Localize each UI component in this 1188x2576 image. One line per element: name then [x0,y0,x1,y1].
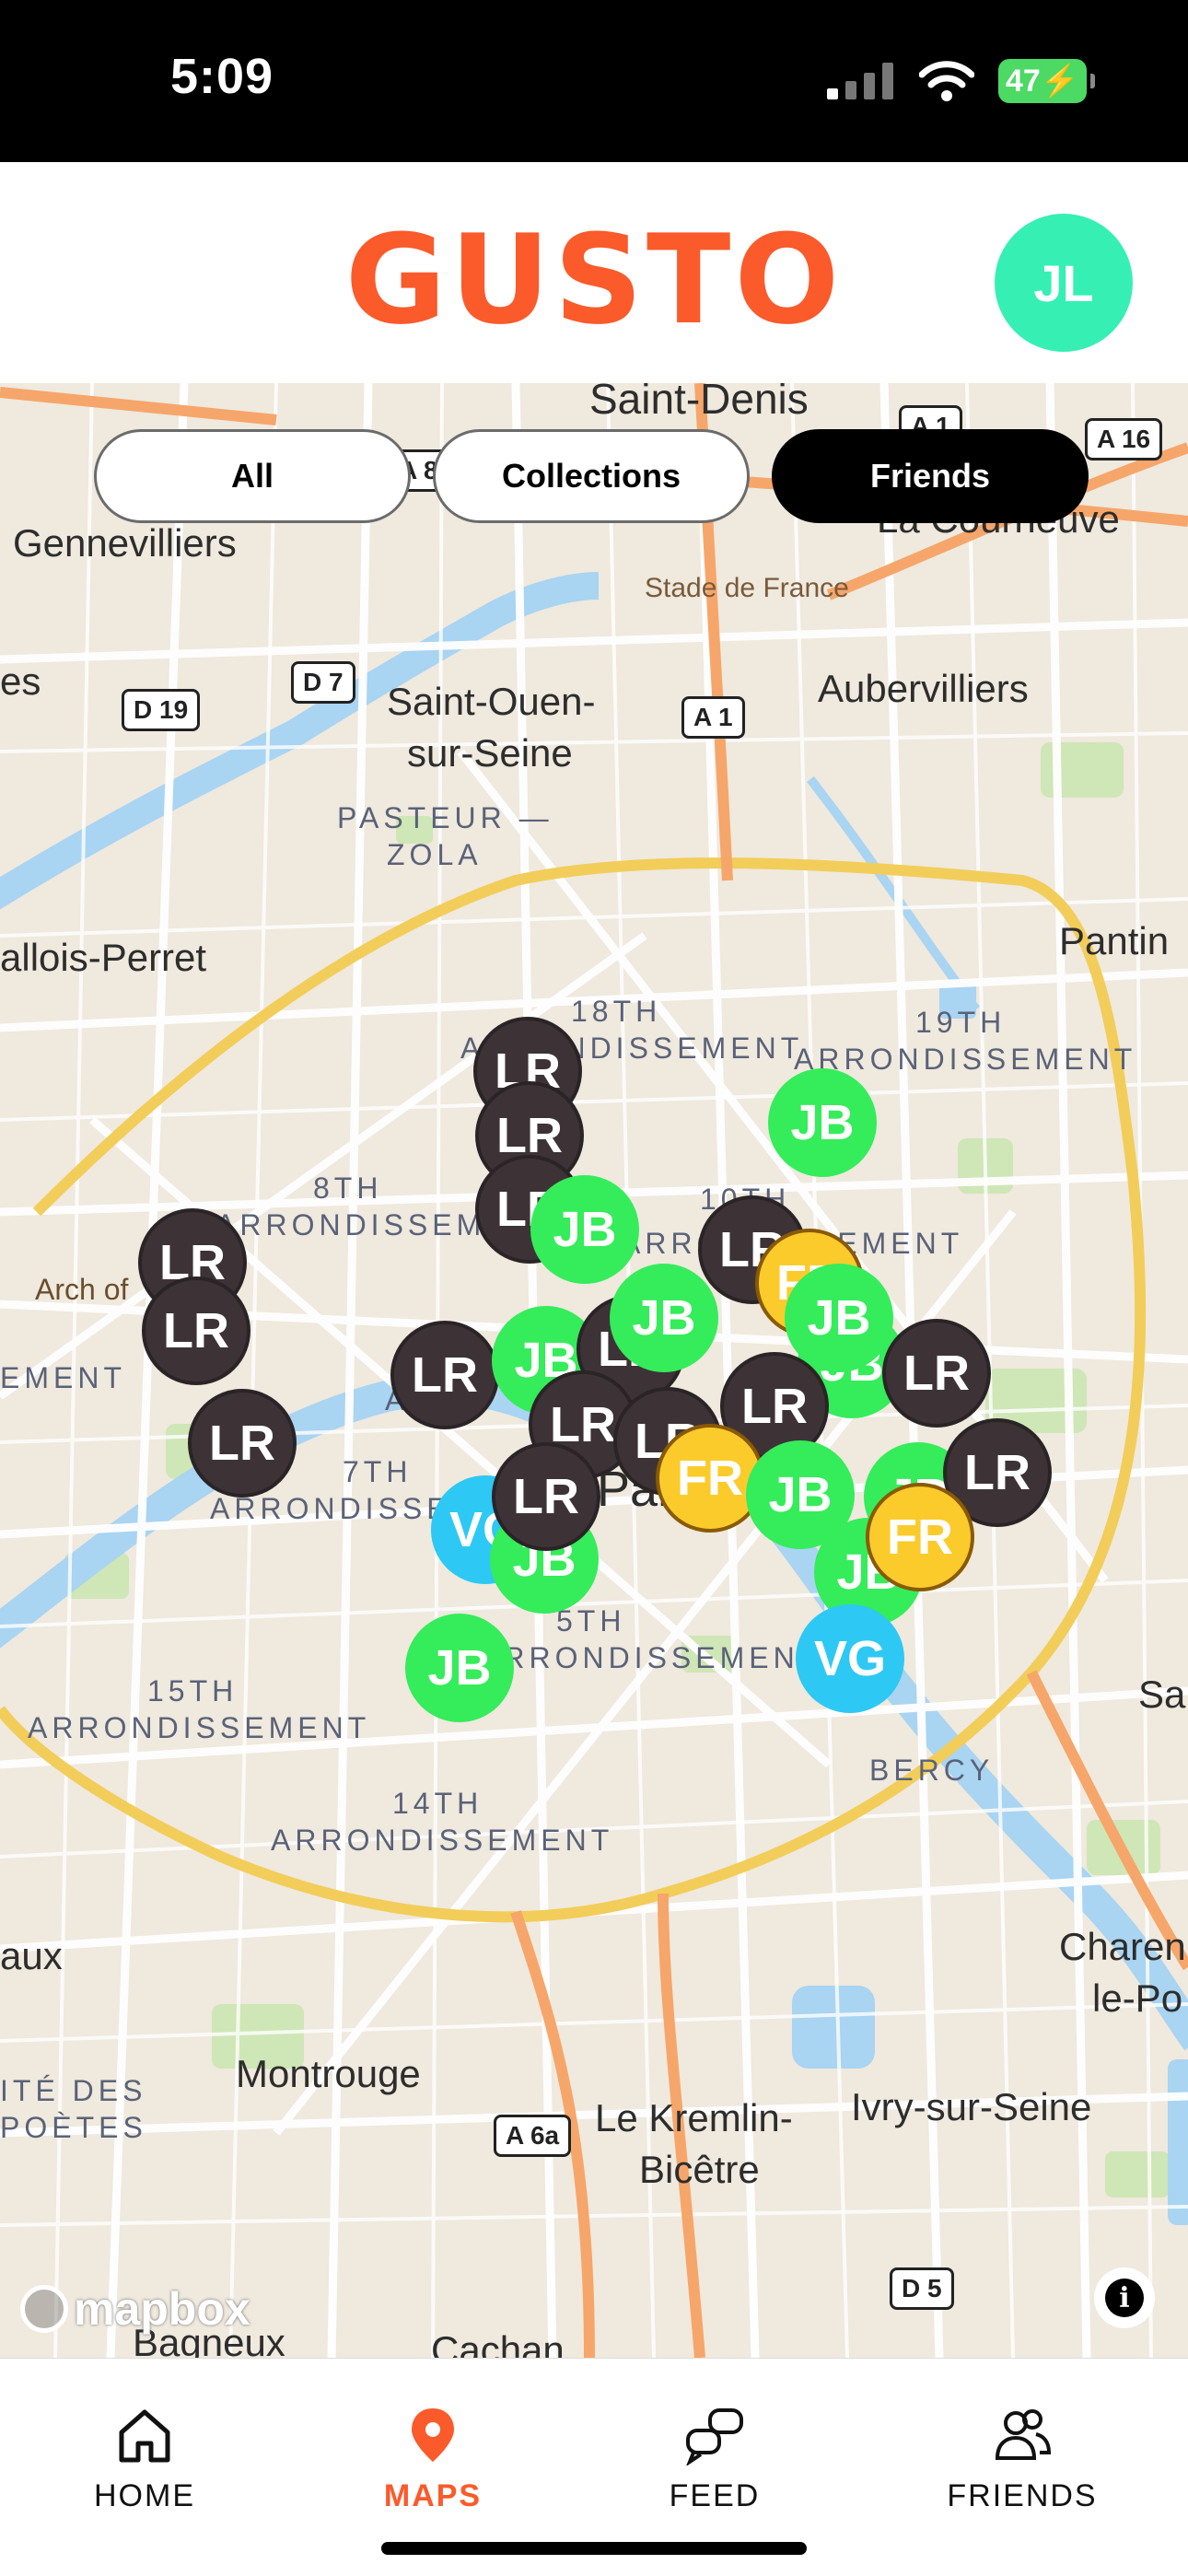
map-label: 19TH [915,1006,1007,1039]
map-pin-jb[interactable]: JB [610,1264,718,1372]
battery-icon: 47 ⚡ [998,59,1095,103]
tab-friends-label: FRIENDS [947,2478,1098,2513]
map-label: Le Kremlin- [595,2096,793,2139]
map-pin-lr[interactable]: LR [390,1321,499,1429]
map-label: Stade de France [645,573,849,603]
tab-maps-label: MAPS [383,2478,483,2513]
mapbox-wordmark: mapbox [74,2283,250,2335]
map-label: Saint-Ouen- [387,680,596,723]
status-bar: 5:09 47 ⚡ [0,0,1188,162]
tab-home[interactable]: HOME [25,2405,264,2514]
map-label: EMENT [0,1361,126,1394]
map-label: ARRONDISSEMENT [794,1043,1137,1076]
tab-feed-label: FEED [669,2478,761,2513]
info-icon: i [1105,2279,1144,2317]
map-label: Arch of [35,1273,129,1306]
friends-icon [995,2409,1052,2460]
map-pin-jb[interactable]: JB [405,1614,514,1722]
map-pin-jb[interactable]: JB [785,1264,893,1372]
map-label: ARRONDISSEMENT [271,1824,614,1857]
map-label: 7TH [343,1455,413,1488]
map-label: Pantin [1059,919,1170,962]
filter-bar: All Collections Friends [94,429,1089,523]
app-header: GUSTO JL [0,162,1188,383]
map-pin-icon [412,2408,454,2462]
map-info-button[interactable]: i [1094,2267,1155,2328]
map-view[interactable]: Saint-Denis La Courneuve Gennevilliers S… [0,383,1188,2358]
map-label: ZOLA [387,838,483,871]
map-pin-lr[interactable]: LR [882,1319,991,1428]
map-label: BERCY [869,1754,995,1787]
chat-bubbles-icon [686,2408,743,2465]
map-label: ARRONDISSEMENT [479,1641,822,1674]
tab-feed[interactable]: FEED [595,2405,834,2514]
filter-collections-button[interactable]: Collections [433,429,750,523]
map-label: PASTEUR — [337,801,553,834]
map-pin-jb[interactable]: JB [768,1068,877,1177]
map-label: sur-Seine [407,731,573,775]
map-pin-fr[interactable]: FR [866,1483,974,1591]
map-label: 18TH [571,995,662,1028]
map-label: 5TH [556,1604,626,1638]
profile-avatar[interactable]: JL [995,214,1133,352]
mapbox-logo-icon [20,2285,68,2333]
road-shield: A 1 [681,696,745,739]
map-label: 8TH [313,1171,383,1205]
map-label: Aubervilliers [818,667,1029,710]
mapbox-attribution[interactable]: mapbox [20,2282,250,2336]
map-label: Charen [1059,1925,1186,1968]
map-label: ITÉ DES [0,2074,147,2107]
map-label: le-Po [1092,1976,1183,2020]
home-indicator [381,2542,807,2555]
map-label: 14TH [392,1787,483,1820]
road-shield: A 6a [494,2115,572,2157]
status-icons: 47 ⚡ [827,55,1095,107]
map-label: Montrouge [236,2052,421,2095]
map-label: Cachan [431,2328,565,2358]
map-pin-lr[interactable]: LR [142,1276,250,1385]
road-shield: D 19 [122,689,201,731]
map-label: POÈTES [0,2111,147,2144]
map-label: Sa [1138,1673,1186,1716]
map-label: allois-Perret [0,936,207,979]
home-icon [119,2409,170,2463]
battery-level: 47 [1005,63,1041,99]
road-shield: A 16 [1085,418,1163,460]
road-shield: D 5 [890,2267,954,2310]
map-label: es [0,659,41,703]
tab-friends[interactable]: FRIENDS [903,2405,1142,2514]
road-shield: D 7 [291,661,355,704]
map-label: aux [0,1934,63,1977]
tab-maps[interactable]: MAPS [313,2405,553,2514]
map-label: Ivry-sur-Seine [851,2085,1092,2128]
map-label: Bicêtre [639,2148,760,2191]
wifi-icon [919,61,974,101]
cellular-signal-icon [827,63,893,99]
tab-home-label: HOME [94,2478,195,2513]
map-label: Gennevilliers [13,521,237,565]
map-pin-jb[interactable]: JB [530,1175,639,1284]
filter-friends-button[interactable]: Friends [772,429,1089,523]
filter-all-button[interactable]: All [94,429,411,523]
map-pin-lr[interactable]: LR [188,1389,297,1498]
map-label: ARRONDISSEMENT [28,1711,371,1744]
map-label: 15TH [147,1674,239,1708]
map-pin-vg[interactable]: VG [796,1604,904,1713]
map-label: Saint-Denis [589,383,809,423]
map-pin-lr[interactable]: LR [492,1442,600,1551]
status-time: 5:09 [170,49,274,104]
